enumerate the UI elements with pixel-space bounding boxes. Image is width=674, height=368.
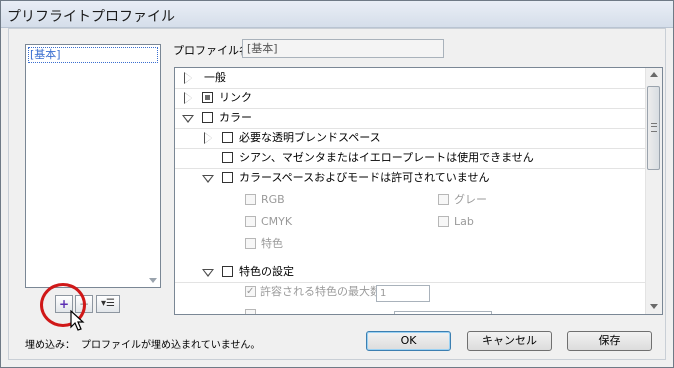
partial-field[interactable] [394, 311, 492, 314]
label-spot: 特色 [261, 237, 283, 250]
option-spot: 特色 [175, 234, 645, 254]
tree-row-link[interactable]: リンク [175, 88, 645, 109]
embed-status: 埋め込み： プロファイルが埋め込まれていません。 [25, 336, 260, 351]
max-spots-checkbox [245, 282, 256, 302]
partial-checkbox [245, 309, 256, 314]
tree-label-color: カラー [219, 111, 252, 124]
spot-checkbox [245, 238, 256, 249]
ok-button[interactable]: OK [366, 331, 451, 351]
color-spaces-checkbox[interactable] [222, 172, 233, 183]
label-gray: グレー [454, 193, 487, 206]
tree-label-cmy-plate: シアン、マゼンタまたはイエロープレートは使用できません [239, 151, 534, 164]
scroll-down-arrow-icon[interactable] [650, 304, 658, 309]
profile-list[interactable]: [基本] [25, 44, 161, 288]
tree-label-color-spaces: カラースペースおよびモードは許可されていません [239, 171, 490, 184]
profile-name-field[interactable]: [基本] [242, 39, 444, 58]
preflight-profiles-dialog: プリフライトプロファイル [基本] + − ▾☰ プロファイル名： [基本] 一… [0, 0, 674, 368]
max-spots-input[interactable]: 1 [376, 285, 430, 302]
cmy-plate-checkbox[interactable] [222, 152, 233, 163]
tree-scrollbar[interactable] [645, 68, 662, 314]
label-lab: Lab [454, 215, 474, 228]
scroll-up-arrow-icon[interactable] [650, 72, 658, 77]
tree-row-color-spaces[interactable]: カラースペースおよびモードは許可されていません [175, 168, 645, 188]
title-bar: プリフライトプロファイル [1, 1, 673, 28]
tree-label-link: リンク [219, 91, 252, 104]
tree-row-cmy-plate[interactable]: シアン、マゼンタまたはイエロープレートは使用できません [175, 148, 645, 169]
link-checkbox[interactable] [202, 92, 213, 103]
option-lab: Lab [175, 212, 645, 232]
profile-settings-tree: 一般 リンク カラー 必要な透明ブレンドスペース シアン、マゼンタまたはイエロー… [174, 67, 663, 315]
grip-icon [651, 123, 657, 132]
tree-label-spot-settings: 特色の設定 [239, 265, 294, 278]
gray-checkbox [438, 194, 449, 205]
lab-checkbox [438, 216, 449, 227]
color-checkbox[interactable] [202, 112, 213, 123]
tree-row-blend-space[interactable]: 必要な透明ブレンドスペース [175, 128, 645, 149]
tree-row-general[interactable]: 一般 [175, 68, 645, 89]
tree-row-color[interactable]: カラー [175, 108, 645, 129]
tree-row-spot-settings[interactable]: 特色の設定 [175, 262, 645, 283]
scroll-down-arrow-icon[interactable] [149, 278, 157, 283]
scroll-thumb[interactable] [647, 86, 660, 170]
dialog-body: [基本] + − ▾☰ プロファイル名： [基本] 一般 リンク カラー 必要な… [8, 28, 666, 360]
embed-status-text: プロファイルが埋め込まれていません。 [81, 340, 261, 351]
tree-label-general: 一般 [204, 71, 226, 84]
label-max-spots: 許容される特色の最大数： [260, 285, 392, 298]
blend-space-checkbox[interactable] [222, 132, 233, 143]
window-title: プリフライトプロファイル [7, 9, 175, 25]
spot-settings-checkbox[interactable] [222, 266, 233, 277]
profile-item-basic[interactable]: [基本] [28, 47, 158, 63]
embed-label: 埋め込み： [25, 340, 75, 351]
mouse-cursor-icon [70, 309, 86, 335]
tree-label-blend-space: 必要な透明ブレンドスペース [239, 131, 381, 144]
save-button[interactable]: 保存 [567, 331, 652, 351]
profile-menu-button[interactable]: ▾☰ [96, 295, 120, 313]
option-gray: グレー [175, 190, 645, 210]
cancel-button[interactable]: キャンセル [467, 331, 552, 351]
